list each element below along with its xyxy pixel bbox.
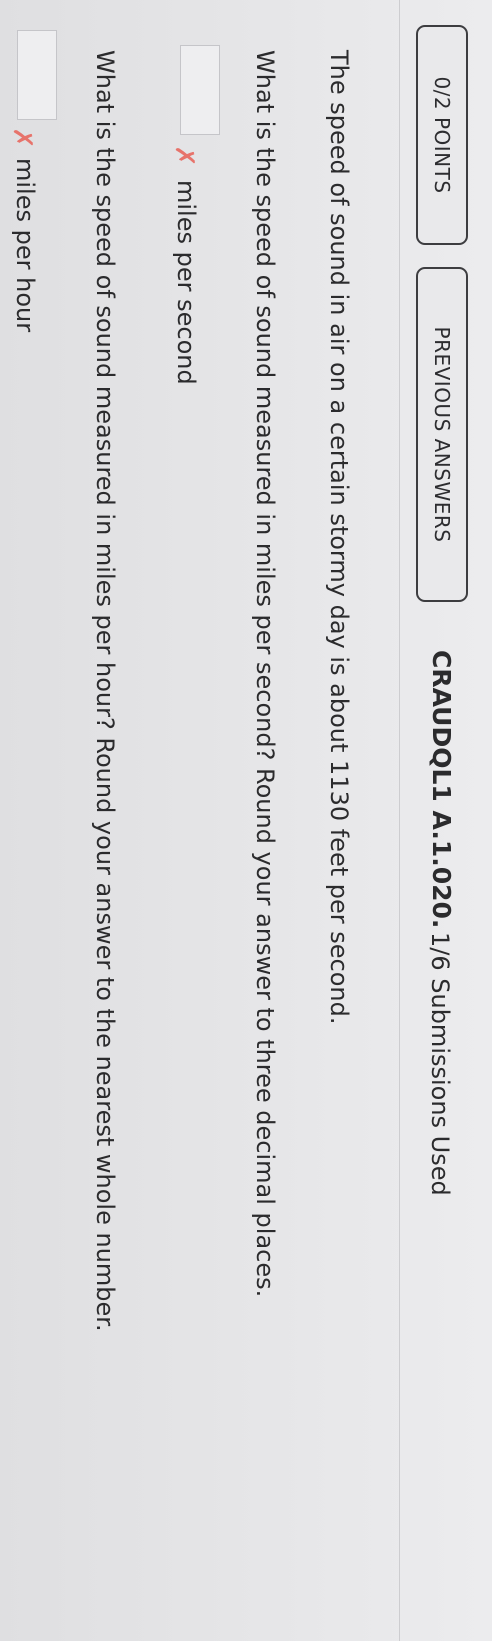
question-header: 0/2 POINTS PREVIOUS ANSWERS CRAUDQL1 A.1… <box>399 0 492 1641</box>
problem-intro: The speed of sound in air on a certain s… <box>325 50 353 1025</box>
question-id: CRAUDQL1 A.1.020. <box>427 650 456 929</box>
previous-answers-button[interactable]: PREVIOUS ANSWERS <box>416 267 468 602</box>
submissions-used: 1/6 Submissions Used <box>426 932 454 1196</box>
part2-question: What is the speed of sound measured in m… <box>91 50 119 1332</box>
part1-unit-label: miles per second <box>172 180 200 385</box>
points-button[interactable]: 0/2 POINTS <box>416 25 468 245</box>
assignment-question-panel: 0/2 POINTS PREVIOUS ANSWERS CRAUDQL1 A.1… <box>0 0 492 1641</box>
incorrect-x-icon: ✗ <box>169 145 199 167</box>
part2-unit-label: miles per hour <box>11 158 39 333</box>
part2-answer-input[interactable] <box>17 30 57 120</box>
part1-answer-input[interactable] <box>180 45 220 135</box>
incorrect-x-icon: ✗ <box>7 127 37 149</box>
part1-question: What is the speed of sound measured in m… <box>251 50 279 1298</box>
